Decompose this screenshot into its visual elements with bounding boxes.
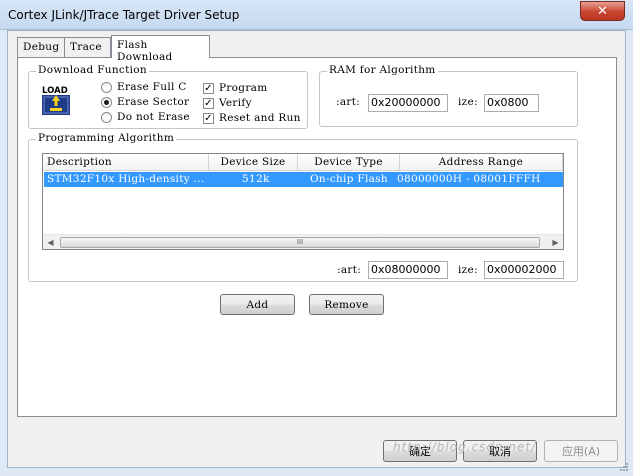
load-icon: LOAD bbox=[41, 84, 71, 116]
svg-text:LOAD: LOAD bbox=[42, 86, 68, 96]
scrollbar-thumb[interactable]: III bbox=[60, 237, 540, 248]
tab-flash-download[interactable]: Flash Download bbox=[111, 35, 210, 63]
check-icon: ✓ bbox=[203, 97, 214, 109]
radio-icon bbox=[101, 81, 112, 93]
check-icon: ✓ bbox=[203, 82, 214, 94]
radio-icon bbox=[101, 111, 112, 123]
ok-button[interactable]: 确定 bbox=[383, 440, 457, 462]
scroll-right-icon[interactable]: ▶ bbox=[548, 236, 563, 249]
add-button[interactable]: Add bbox=[220, 294, 295, 315]
apply-button[interactable]: 应用(A) bbox=[544, 440, 618, 462]
ram-start-input[interactable]: 0x20000000 bbox=[368, 94, 448, 112]
tab-trace[interactable]: Trace bbox=[64, 37, 111, 57]
cell-address-range: 08000000H - 08001FFFH bbox=[397, 173, 541, 185]
group-label: RAM for Algorithm bbox=[327, 64, 438, 76]
ram-start-label: :art: bbox=[336, 96, 361, 108]
tab-debug[interactable]: Debug bbox=[17, 37, 65, 57]
remove-button[interactable]: Remove bbox=[309, 294, 384, 315]
algo-start-input[interactable]: 0x08000000 bbox=[368, 261, 448, 279]
checkbox-reset-and-run[interactable]: ✓ Reset and Run bbox=[203, 111, 301, 125]
programming-algorithm-group: Programming Algorithm Description Device… bbox=[28, 132, 578, 282]
algo-size-input[interactable]: 0x00002000 bbox=[484, 261, 564, 279]
column-header-description[interactable]: Description bbox=[43, 154, 209, 171]
column-header-device-type[interactable]: Device Type bbox=[298, 154, 400, 171]
checkbox-program[interactable]: ✓ Program bbox=[203, 81, 267, 95]
horizontal-scrollbar[interactable]: ◀ III ▶ bbox=[43, 234, 563, 249]
scroll-left-icon[interactable]: ◀ bbox=[43, 236, 58, 249]
download-function-group: Download Function LOAD Erase Full C Eras… bbox=[28, 64, 308, 129]
cell-device-type: On-chip Flash bbox=[310, 173, 388, 185]
close-button[interactable]: ✕ bbox=[580, 1, 625, 21]
algo-start-label: :art: bbox=[337, 264, 362, 276]
cell-description: STM32F10x High-density ... bbox=[47, 173, 205, 185]
dialog-client-area: Debug Trace Flash Download Download Func… bbox=[7, 30, 626, 468]
column-header-device-size[interactable]: Device Size bbox=[209, 154, 298, 171]
checkbox-verify[interactable]: ✓ Verify bbox=[203, 96, 252, 110]
title-bar: Cortex JLink/JTrace Target Driver Setup … bbox=[0, 0, 633, 30]
window-title: Cortex JLink/JTrace Target Driver Setup bbox=[8, 8, 240, 22]
ram-for-algorithm-group: RAM for Algorithm :art: 0x20000000 ize: … bbox=[319, 64, 578, 127]
radio-erase-sector[interactable]: Erase Sector bbox=[101, 95, 189, 109]
check-icon: ✓ bbox=[203, 112, 214, 124]
grip-icon: III bbox=[296, 238, 304, 246]
radio-selected-icon bbox=[101, 96, 112, 108]
resize-grip-icon[interactable] bbox=[619, 462, 629, 472]
cancel-button[interactable]: 取消 bbox=[463, 440, 537, 462]
algorithm-list[interactable]: Description Device Size Device Type Addr… bbox=[42, 153, 564, 250]
algo-size-label: ize: bbox=[458, 264, 478, 276]
flash-download-panel: Download Function LOAD Erase Full C Eras… bbox=[17, 57, 617, 417]
column-header-address-range[interactable]: Address Range bbox=[400, 154, 563, 171]
table-row[interactable]: STM32F10x High-density ... 512k On-chip … bbox=[44, 172, 563, 187]
ram-size-label: ize: bbox=[458, 96, 478, 108]
group-label: Programming Algorithm bbox=[36, 132, 177, 144]
radio-do-not-erase[interactable]: Do not Erase bbox=[101, 110, 190, 124]
group-label: Download Function bbox=[36, 64, 149, 76]
ram-size-input[interactable]: 0x0800 bbox=[484, 94, 539, 112]
close-icon: ✕ bbox=[597, 3, 608, 19]
cell-device-size: 512k bbox=[242, 173, 270, 185]
radio-erase-full-chip[interactable]: Erase Full C bbox=[101, 80, 187, 94]
